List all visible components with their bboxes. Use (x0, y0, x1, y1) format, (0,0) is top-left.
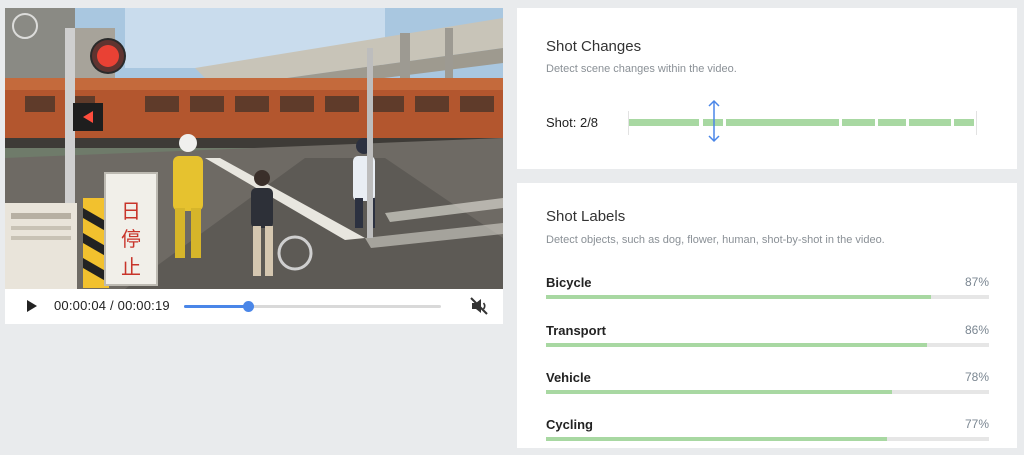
shot-counter: Shot: 2/8 (546, 115, 599, 130)
label-confidence-fill (546, 343, 927, 347)
shot-timeline-end (976, 111, 977, 135)
seek-bar[interactable] (184, 301, 441, 312)
label-confidence-bar (546, 390, 989, 394)
label-confidence-fill (546, 437, 888, 441)
label-row-bicycle[interactable]: Bicycle 87% (546, 275, 989, 309)
label-confidence-bar (546, 295, 989, 299)
volume-muted-icon[interactable] (469, 296, 489, 316)
label-name: Transport (546, 323, 606, 338)
label-confidence-fill (546, 295, 932, 299)
shot-timeline[interactable] (628, 99, 978, 143)
shot-segment[interactable] (726, 119, 839, 126)
label-row-vehicle[interactable]: Vehicle 78% (546, 370, 989, 404)
label-confidence-fill (546, 390, 892, 394)
label-row-cycling[interactable]: Cycling 77% (546, 417, 989, 451)
seek-bar-thumb[interactable] (243, 301, 255, 312)
label-name: Cycling (546, 417, 593, 432)
video-player[interactable]: 日 停 止 00:00:04 / 00:00:19 (5, 8, 503, 324)
svg-text:日: 日 (121, 199, 141, 223)
shot-labels-card: Shot Labels Detect objects, such as dog,… (517, 183, 1017, 448)
shot-segment[interactable] (629, 119, 699, 126)
label-name: Bicycle (546, 275, 592, 290)
label-confidence: 78% (964, 370, 989, 384)
label-confidence: 77% (964, 417, 989, 431)
shot-segment[interactable] (909, 119, 951, 126)
time-display: 00:00:04 / 00:00:19 (54, 298, 170, 313)
video-frame[interactable]: 日 停 止 (5, 8, 503, 289)
label-confidence-bar (546, 343, 989, 347)
shot-position-cursor[interactable] (707, 99, 721, 143)
label-confidence: 87% (964, 275, 989, 289)
label-name: Vehicle (546, 370, 591, 385)
shot-labels-title: Shot Labels (546, 208, 626, 225)
shot-segment[interactable] (954, 119, 974, 126)
shot-segment[interactable] (842, 119, 875, 126)
video-scene-image: 日 停 止 (5, 8, 503, 289)
svg-text:停: 停 (121, 227, 141, 251)
label-confidence: 86% (964, 323, 989, 337)
label-row-transport[interactable]: Transport 86% (546, 323, 989, 357)
shot-labels-description: Detect objects, such as dog, flower, hum… (546, 234, 885, 246)
player-controls: 00:00:04 / 00:00:19 (5, 289, 503, 324)
shot-segment[interactable] (878, 119, 906, 126)
seek-bar-progress (184, 305, 249, 308)
shot-changes-card: Shot Changes Detect scene changes within… (517, 8, 1017, 169)
label-confidence-bar (546, 437, 989, 441)
play-icon[interactable] (23, 298, 39, 314)
shot-changes-title: Shot Changes (546, 38, 642, 55)
shot-changes-description: Detect scene changes within the video. (546, 63, 737, 75)
svg-text:止: 止 (121, 255, 141, 279)
